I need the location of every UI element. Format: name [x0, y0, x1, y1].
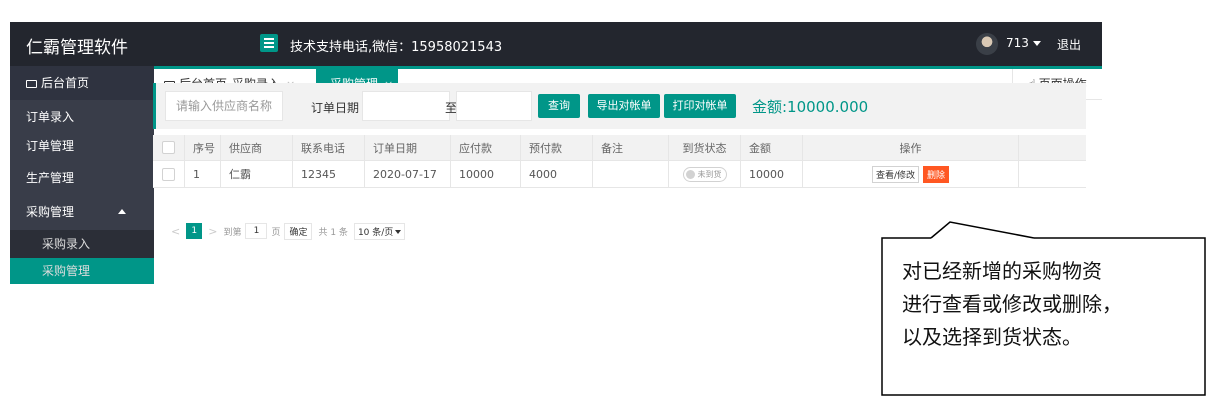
callout-text: 对已经新增的采购物资 进行查看或修改或删除， 以及选择到货状态。	[902, 255, 1212, 354]
callout-line: 对已经新增的采购物资	[902, 259, 1102, 283]
callout-line: 以及选择到货状态。	[902, 325, 1082, 349]
callout-line: 进行查看或修改或删除，	[902, 292, 1122, 316]
